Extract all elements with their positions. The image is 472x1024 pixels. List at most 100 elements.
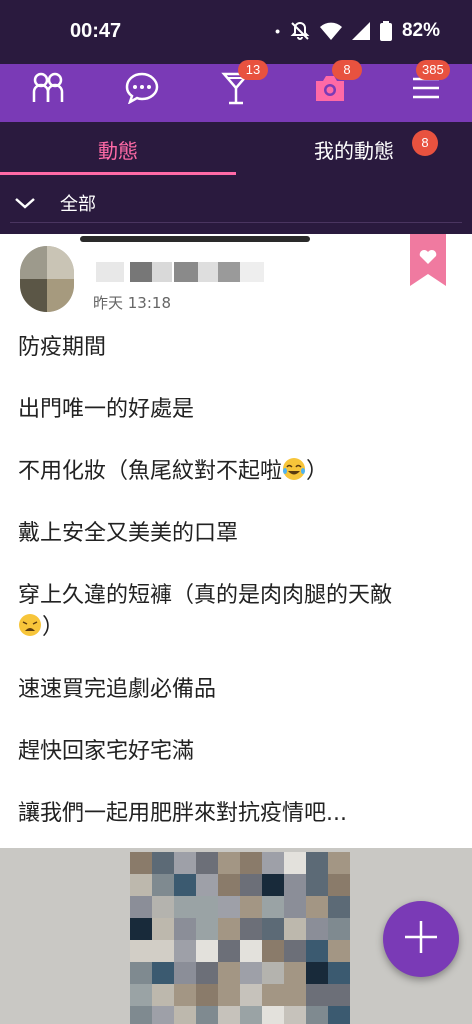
post-card[interactable]: 昨天 13:18 防疫期間 出門唯一的好處是 不用化妝（魚尾紋對不起啦） 戴上安…: [0, 234, 472, 848]
photo-pixel: [174, 1006, 196, 1024]
weary-face-emoji: [18, 613, 42, 637]
post-line: 戴上安全又美美的口罩: [18, 521, 239, 546]
photo-pixel: [130, 962, 152, 984]
photo-pixel: [218, 984, 240, 1006]
photo-pixel: [196, 918, 218, 940]
menu-badge: 385: [416, 60, 450, 80]
status-icons: • 82%: [275, 20, 440, 42]
photo-pixel: [218, 852, 240, 874]
post-content: 防疫期間 出門唯一的好處是 不用化妝（魚尾紋對不起啦） 戴上安全又美美的口罩 穿…: [18, 332, 458, 860]
nav-friends[interactable]: [24, 68, 72, 112]
status-time: 00:47: [70, 20, 122, 42]
battery-icon: [379, 21, 392, 41]
photo-pixel: [152, 940, 174, 962]
photo-pixel: [306, 918, 328, 940]
post-line: 趕快回家宅好宅滿: [18, 739, 195, 764]
photo-pixel: [174, 896, 196, 918]
photo-pixel: [196, 962, 218, 984]
photo-pixel: [174, 984, 196, 1006]
post-line: 不用化妝（魚尾紋對不起啦）: [18, 457, 329, 484]
chat-bubble-icon: [125, 72, 159, 108]
photo-pixel: [262, 962, 284, 984]
add-post-button[interactable]: [383, 901, 459, 977]
filter-bar[interactable]: 全部: [0, 176, 472, 234]
tab-feed[interactable]: 動態: [0, 122, 236, 176]
avatar[interactable]: [20, 246, 74, 312]
photo-pixel: [130, 852, 152, 874]
tab-my-feed[interactable]: 我的動態: [236, 122, 472, 176]
divider: [10, 222, 462, 223]
signal-icon: [351, 22, 370, 40]
photo-pixel: [328, 874, 350, 896]
photo-pixel: [262, 874, 284, 896]
photo-pixel: [306, 962, 328, 984]
top-nav: 13 8 385: [0, 60, 472, 122]
photo-pixel: [130, 984, 152, 1006]
photo-pixel: [130, 874, 152, 896]
photo-pixel: [174, 874, 196, 896]
nav-photos[interactable]: 8: [306, 60, 362, 112]
photo-pixel: [152, 1006, 174, 1024]
photo-pixel: [328, 962, 350, 984]
photo-pixel: [240, 984, 262, 1006]
photo-pixel: [196, 1006, 218, 1024]
photo-pixel: [262, 852, 284, 874]
status-bar: 00:47 • 82%: [0, 0, 472, 64]
photo-pixel: [306, 1006, 328, 1024]
photo-pixel: [218, 874, 240, 896]
photo-pixel: [284, 874, 306, 896]
photo-pixel: [284, 940, 306, 962]
photo-pixel: [328, 1006, 350, 1024]
photo-pixel: [152, 896, 174, 918]
photo-pixel: [240, 852, 262, 874]
photo-pixel: [196, 940, 218, 962]
photo-pixel: [328, 852, 350, 874]
tab-indicator: [0, 172, 236, 175]
bell-off-icon: [290, 21, 310, 41]
photo-pixel: [130, 1006, 152, 1024]
wifi-icon: [319, 22, 342, 40]
party-badge: 13: [238, 60, 268, 80]
filter-label[interactable]: 全部: [60, 190, 96, 216]
photo-pixel: [240, 940, 262, 962]
people-icon: [31, 72, 65, 108]
photo-pixel: [240, 1006, 262, 1024]
photo-pixel: [262, 1006, 284, 1024]
plus-icon: [403, 919, 439, 959]
photo-pixel: [152, 874, 174, 896]
nav-chat[interactable]: [118, 68, 166, 112]
photo-pixel: [240, 896, 262, 918]
photo-pixel: [130, 918, 152, 940]
photos-badge: 8: [332, 60, 362, 80]
photo-pixel: [262, 896, 284, 918]
photo-pixel: [262, 918, 284, 940]
photo-pixel: [284, 918, 306, 940]
photo-pixel: [328, 896, 350, 918]
tears-of-joy-emoji: [282, 457, 306, 481]
photo-pixel: [152, 962, 174, 984]
photo-pixel: [218, 896, 240, 918]
photo-pixel: [262, 940, 284, 962]
nav-menu[interactable]: 385: [402, 60, 450, 112]
photo-pixel: [284, 852, 306, 874]
photo-pixel: [174, 852, 196, 874]
photo-pixel: [152, 984, 174, 1006]
photo-pixel: [240, 918, 262, 940]
post-line: 出門唯一的好處是: [18, 397, 195, 422]
photo-pixel: [284, 896, 306, 918]
photo-pixel: [174, 940, 196, 962]
photo-pixel: [218, 1006, 240, 1024]
tab-bar: 動態 我的動態: [0, 122, 472, 176]
photo-pixel: [262, 984, 284, 1006]
photo-pixel: [328, 940, 350, 962]
photo-pixel: [174, 962, 196, 984]
photo-pixel: [218, 918, 240, 940]
chevron-down-icon[interactable]: [12, 190, 38, 220]
heart-icon[interactable]: [410, 234, 446, 286]
post-line: 速速買完追劇必備品: [18, 677, 217, 702]
photo-pixel: [218, 962, 240, 984]
my-feed-badge: 8: [412, 130, 438, 156]
photo-pixel: [284, 984, 306, 1006]
post-line: 防疫期間: [18, 335, 107, 360]
nav-party[interactable]: 13: [212, 60, 268, 112]
